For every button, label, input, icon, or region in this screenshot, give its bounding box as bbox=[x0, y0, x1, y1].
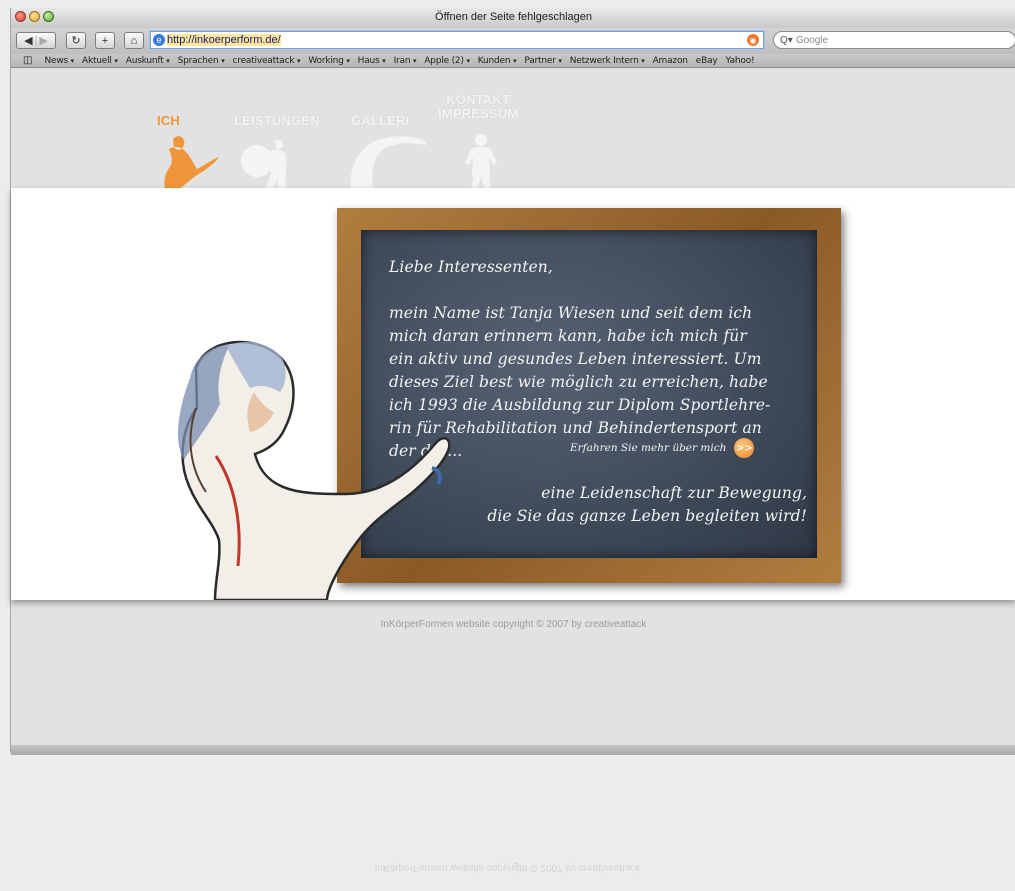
reload-button[interactable]: ↻ bbox=[66, 32, 86, 49]
reload-icon: ↻ bbox=[71, 35, 81, 47]
back-icon[interactable]: ◀ bbox=[24, 34, 32, 47]
home-button[interactable]: ⌂ bbox=[124, 32, 144, 49]
nav-kontakt[interactable]: KONTAKT bbox=[438, 93, 519, 107]
bookmark-item[interactable]: Iran ▾ bbox=[394, 56, 417, 66]
more-about-me-link[interactable]: Erfahren Sie mehr über mich >> bbox=[570, 438, 755, 458]
globe-icon: e bbox=[153, 34, 165, 46]
bookmark-item[interactable]: Sprachen ▾ bbox=[178, 56, 225, 66]
slogan-line-1: eine Leidenschaft zur Bewegung, bbox=[541, 484, 807, 502]
web-page: ICH LEISTUNGEN GALLERI KONTAKT IMPRESSUM bbox=[11, 69, 1015, 755]
bookmark-item[interactable]: Kunden ▾ bbox=[478, 56, 517, 66]
bookmark-item[interactable]: News ▾ bbox=[44, 56, 74, 66]
bookmark-item[interactable]: eBay bbox=[696, 56, 718, 66]
title-bar: Öffnen der Seite fehlgeschlagen bbox=[11, 8, 1015, 29]
woman-illustration bbox=[177, 340, 451, 600]
footer-reflection: InKörperFormen website copyright © 2007 … bbox=[374, 862, 641, 873]
nav-impressum[interactable]: IMPRESSUM bbox=[438, 107, 519, 121]
window-bottom-bar bbox=[11, 745, 1015, 755]
bookmark-item[interactable]: Netzwerk Intern ▾ bbox=[570, 56, 645, 66]
bookmark-item[interactable]: Haus ▾ bbox=[358, 56, 386, 66]
url-field[interactable]: e http://inkoerperform.de/ ◉ bbox=[150, 31, 764, 49]
search-icon: Q▾ bbox=[780, 34, 793, 46]
nav-leistungen[interactable]: LEISTUNGEN bbox=[234, 114, 320, 128]
browser-toolbar: ◀ | ▶ ↻ + ⌂ e http://inkoerperform.de/ ◉ Q… bbox=[11, 28, 1015, 54]
back-forward-button[interactable]: ◀ | ▶ bbox=[16, 32, 56, 49]
url-text: http://inkoerperform.de/ bbox=[167, 34, 281, 46]
bookmark-item[interactable]: Aktuell ▾ bbox=[82, 56, 118, 66]
board-line: mein Name ist Tanja Wiesen und seit dem … bbox=[389, 304, 753, 322]
board-greeting: Liebe Interessenten, bbox=[389, 258, 553, 276]
kontakt-figure-icon[interactable] bbox=[455, 131, 515, 191]
rss-icon[interactable]: ◉ bbox=[747, 34, 759, 46]
bookmark-item[interactable]: Auskunft ▾ bbox=[126, 56, 170, 66]
bookmark-item[interactable]: Apple (2) ▾ bbox=[424, 56, 470, 66]
nav-kontakt-impressum[interactable]: KONTAKT IMPRESSUM bbox=[438, 93, 519, 121]
more-about-me-label[interactable]: Erfahren Sie mehr über mich bbox=[570, 442, 726, 454]
more-arrow-button[interactable]: >> bbox=[734, 438, 755, 458]
leistungen-figure-icon[interactable] bbox=[235, 131, 315, 191]
bookmarks-bar: ◫ News ▾ Aktuell ▾ Auskunft ▾ Sprachen ▾… bbox=[11, 54, 1015, 68]
bookmark-item[interactable]: Yahoo! bbox=[726, 56, 755, 66]
galleri-figure-icon[interactable] bbox=[345, 131, 435, 191]
content-band: Liebe Interessenten, mein Name ist Tanja… bbox=[11, 188, 1015, 600]
footer-copyright: InKörperFormen website copyright © 2007 … bbox=[380, 619, 647, 630]
nav-ich[interactable]: ICH bbox=[157, 114, 180, 128]
search-placeholder: Google bbox=[795, 34, 829, 46]
window-title: Öffnen der Seite fehlgeschlagen bbox=[435, 11, 592, 23]
slogan-line-2: die Sie das ganze Leben begleiten wird! bbox=[487, 507, 807, 525]
add-bookmark-button[interactable]: + bbox=[95, 32, 115, 49]
bookmark-item[interactable]: Working ▾ bbox=[308, 56, 350, 66]
forward-icon[interactable]: ▶ bbox=[39, 34, 47, 47]
ich-figure-icon[interactable] bbox=[151, 131, 231, 191]
board-slogan: eine Leidenschaft zur Bewegung, die Sie … bbox=[487, 482, 807, 528]
home-icon: ⌂ bbox=[130, 34, 138, 47]
search-field[interactable]: Q▾ Google bbox=[773, 31, 1015, 49]
nav-galleri[interactable]: GALLERI bbox=[351, 114, 409, 128]
browser-window: Öffnen der Seite fehlgeschlagen ◀ | ▶ ↻ + … bbox=[10, 8, 1015, 755]
bookmark-item[interactable]: creativeattack ▾ bbox=[233, 56, 301, 66]
bookmark-item[interactable]: Partner ▾ bbox=[524, 56, 562, 66]
bookmarks-book-icon[interactable]: ◫ bbox=[23, 55, 32, 66]
add-icon: + bbox=[101, 34, 109, 47]
site-navigation: ICH LEISTUNGEN GALLERI KONTAKT IMPRESSUM bbox=[11, 69, 1015, 191]
bookmark-item[interactable]: Amazon bbox=[653, 56, 688, 66]
